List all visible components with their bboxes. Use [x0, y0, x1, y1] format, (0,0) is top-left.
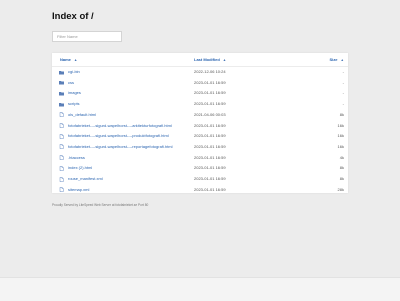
- table-row: fotofabrieket----sigurd-wapelhorst----ar…: [52, 121, 348, 132]
- last-modified-cell: 2023-01-01 16:59: [194, 154, 226, 160]
- table-row: rouse_manifest.xml 2023-01-01 16:59 8k: [52, 174, 348, 185]
- last-modified-cell: 2023-01-01 16:59: [194, 165, 226, 171]
- file-icon: [59, 112, 64, 118]
- size-cell: 28k: [337, 186, 344, 192]
- sort-arrow-icon: ▲: [222, 58, 227, 62]
- file-name-link[interactable]: css: [68, 78, 74, 89]
- last-modified-cell: 2023-01-01 16:59: [194, 186, 226, 192]
- file-icon: [59, 144, 64, 150]
- last-modified-cell: 2023-01-01 16:59: [194, 143, 226, 149]
- table-row: .htaccess 2023-01-01 16:59 4k: [52, 153, 348, 164]
- file-listing-table: Name ▲ Last Modified ▲ Size ▲ cgi-bin 2022-1…: [52, 53, 348, 193]
- table-row: images 2023-01-01 16:59 -: [52, 88, 348, 99]
- table-row: ols_default.html 2021-04-06 00:03 8k: [52, 110, 348, 121]
- table-row: fotofabrieket----sigurd-wapelhorst----pr…: [52, 131, 348, 142]
- page-title: Index of /: [52, 11, 94, 22]
- filter-name-input[interactable]: [52, 31, 122, 42]
- file-name-link[interactable]: ols_default.html: [68, 110, 96, 121]
- page-bottom-bar: [0, 277, 400, 301]
- size-cell: 8k: [339, 111, 344, 117]
- server-footer-text: Proudly Served by LiteSpeed Web Server a…: [52, 203, 149, 207]
- file-name-link[interactable]: fotofabrieket----sigurd-wapelhorst----ar…: [68, 121, 172, 132]
- size-cell: -: [342, 79, 344, 85]
- last-modified-cell: 2023-01-01 16:59: [194, 176, 226, 181]
- file-icon: [59, 187, 64, 193]
- folder-icon: [59, 70, 64, 75]
- last-modified-cell: 2023-01-01 16:59: [194, 79, 226, 85]
- column-header-name[interactable]: Name ▲: [60, 56, 77, 64]
- last-modified-cell: 2023-01-01 16:59: [194, 133, 226, 139]
- column-header-size-label: Size: [329, 57, 338, 62]
- file-name-link[interactable]: fotofabrieket----sigurd-wapelhorst----pr…: [68, 131, 169, 142]
- column-header-name-label: Name: [60, 57, 71, 62]
- table-row: index (2).html 2023-01-01 16:59 8k: [52, 163, 348, 174]
- last-modified-cell: 2022-12-06 10:24: [194, 69, 226, 74]
- file-name-link[interactable]: fotofabrieket----sigurd-wapelhorst----re…: [68, 142, 172, 153]
- column-header-size[interactable]: Size ▲: [330, 56, 344, 64]
- file-name-link[interactable]: rouse_manifest.xml: [68, 174, 103, 185]
- column-header-last-modified[interactable]: Last Modified ▲: [194, 56, 226, 64]
- last-modified-cell: 2023-01-01 16:59: [194, 90, 226, 96]
- size-cell: -: [342, 90, 344, 96]
- size-cell: 16k: [337, 133, 344, 139]
- size-cell: 4k: [339, 154, 344, 160]
- table-row: sitemap.xml 2023-01-01 16:59 28k: [52, 185, 348, 196]
- folder-icon: [59, 102, 64, 107]
- file-name-link[interactable]: images: [68, 88, 81, 99]
- table-row: css 2023-01-01 16:59 -: [52, 78, 348, 89]
- size-cell: 16k: [337, 122, 344, 128]
- last-modified-cell: 2023-01-01 16:59: [194, 101, 226, 107]
- size-cell: 8k: [339, 165, 344, 171]
- table-row: cgi-bin 2022-12-06 10:24 -: [52, 67, 348, 78]
- folder-icon: [59, 91, 64, 96]
- file-icon: [59, 123, 64, 128]
- last-modified-cell: 2021-04-06 00:03: [194, 111, 226, 117]
- table-row: fotofabrieket----sigurd-wapelhorst----re…: [52, 142, 348, 153]
- file-name-link[interactable]: scripts: [68, 99, 80, 110]
- size-cell: -: [342, 101, 344, 107]
- sort-arrow-icon: ▲: [340, 58, 344, 62]
- size-cell: 8k: [339, 176, 344, 181]
- file-name-link[interactable]: sitemap.xml: [68, 185, 89, 196]
- file-icon: [59, 155, 64, 161]
- file-name-link[interactable]: cgi-bin: [68, 67, 80, 78]
- size-cell: 16k: [337, 143, 344, 149]
- last-modified-cell: 2023-01-01 16:59: [194, 122, 226, 128]
- file-icon: [59, 176, 64, 182]
- file-icon: [59, 133, 64, 139]
- sort-arrow-icon: ▲: [73, 58, 78, 62]
- table-row: scripts 2023-01-01 16:59 -: [52, 99, 348, 110]
- file-icon: [59, 165, 64, 171]
- file-name-link[interactable]: index (2).html: [68, 163, 92, 174]
- folder-icon: [59, 80, 64, 85]
- size-cell: -: [342, 69, 344, 74]
- file-name-link[interactable]: .htaccess: [68, 153, 85, 164]
- column-header-last-modified-label: Last Modified: [194, 57, 220, 62]
